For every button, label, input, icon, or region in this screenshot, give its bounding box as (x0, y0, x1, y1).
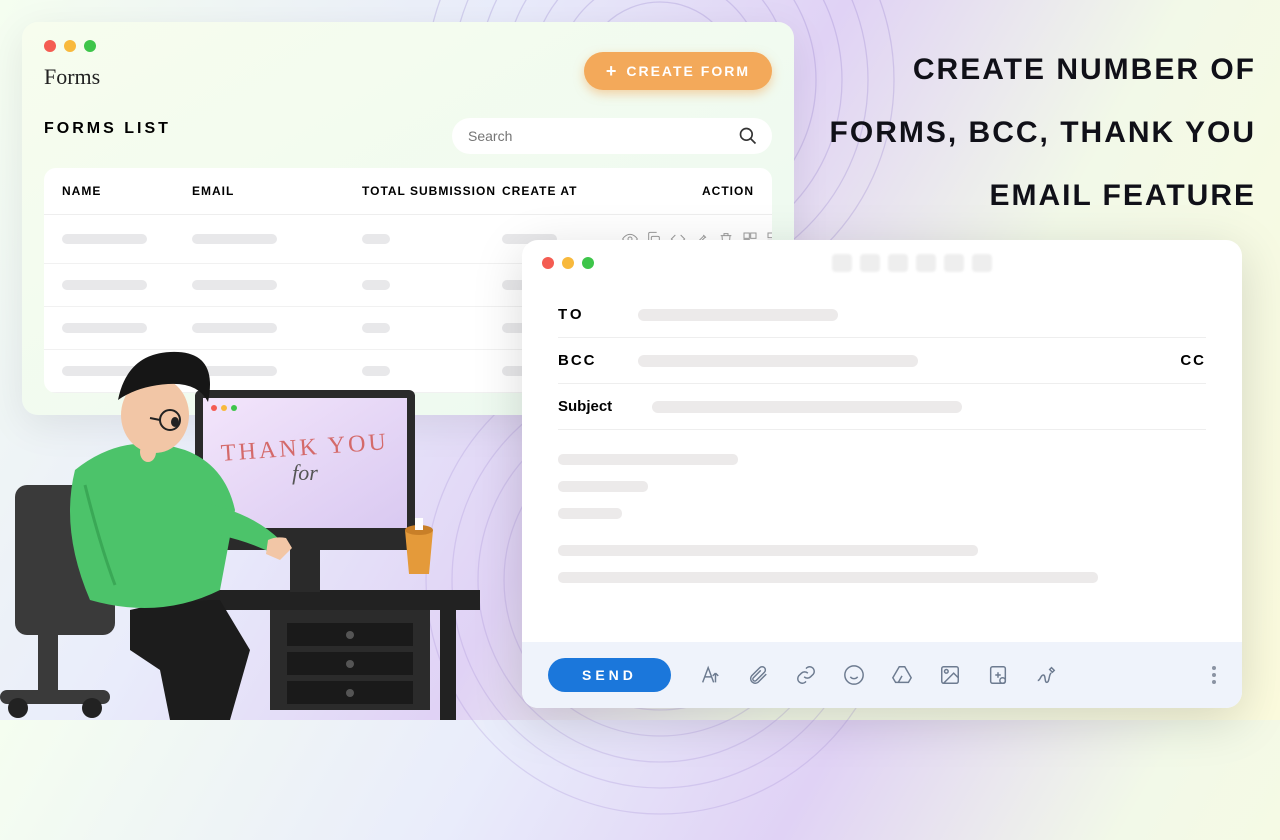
send-button[interactable]: SEND (548, 658, 671, 692)
create-form-button[interactable]: + CREATE FORM (584, 52, 772, 90)
col-created: CREATE AT (502, 184, 622, 198)
confidential-icon[interactable] (987, 664, 1009, 686)
create-label: CREATE FORM (626, 63, 750, 79)
table-header: NAME EMAIL TOTAL SUBMISSION CREATE AT AC… (44, 168, 772, 215)
to-label: TO (558, 306, 614, 323)
drive-icon[interactable] (891, 664, 913, 686)
cc-toggle[interactable]: CC (1180, 352, 1206, 369)
col-name: NAME (62, 184, 192, 198)
attachment-icon[interactable] (747, 664, 769, 686)
forms-subtitle: FORMS LIST (44, 120, 171, 138)
text-format-icon[interactable] (699, 664, 721, 686)
to-field[interactable]: TO (558, 292, 1206, 338)
signature-icon[interactable] (1035, 664, 1057, 686)
subject-label: Subject (558, 398, 628, 415)
minimize-icon[interactable] (64, 40, 76, 52)
email-panel: TO BCC CC Subject SEND (522, 240, 1242, 708)
close-icon[interactable] (44, 40, 56, 52)
close-icon[interactable] (542, 257, 554, 269)
search-input[interactable] (452, 118, 772, 154)
bcc-label: BCC (558, 352, 614, 369)
email-body-area[interactable] (558, 430, 1206, 623)
maximize-icon[interactable] (582, 257, 594, 269)
illustration: THANK YOU for (0, 330, 520, 720)
col-total: TOTAL SUBMISSION (362, 184, 502, 198)
emoji-icon[interactable] (843, 664, 865, 686)
more-icon[interactable] (1212, 666, 1216, 684)
svg-text:for: for (292, 460, 318, 485)
image-icon[interactable] (939, 664, 961, 686)
search-box (452, 118, 772, 154)
search-icon (738, 126, 758, 146)
headline: CREATE NUMBER OF FORMS, BCC, THANK YOU E… (826, 38, 1256, 227)
plus-icon: + (606, 62, 619, 80)
compose-toolbar: SEND (522, 642, 1242, 708)
forms-title: Forms (44, 64, 100, 90)
subject-field[interactable]: Subject (558, 384, 1206, 430)
window-dots (44, 40, 772, 52)
minimize-icon[interactable] (562, 257, 574, 269)
maximize-icon[interactable] (84, 40, 96, 52)
bcc-field[interactable]: BCC CC (558, 338, 1206, 384)
link-icon[interactable] (795, 664, 817, 686)
toolbar-ghost (602, 254, 1222, 272)
col-action: ACTION (622, 184, 754, 198)
col-email: EMAIL (192, 184, 362, 198)
